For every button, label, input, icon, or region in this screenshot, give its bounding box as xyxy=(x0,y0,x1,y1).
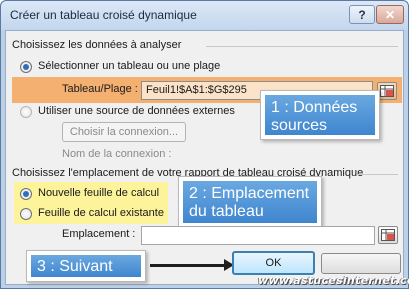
external-source-radio[interactable] xyxy=(20,106,32,118)
existing-sheet-radio[interactable] xyxy=(20,208,32,220)
ok-label: OK xyxy=(265,257,282,269)
callout-source-data: 1 : Données sources xyxy=(260,90,380,140)
callout-3-text: 3 : Suivant xyxy=(37,258,113,275)
close-button[interactable]: ✕ xyxy=(376,5,404,24)
range-label: Tableau/Plage : xyxy=(62,83,138,95)
ok-button[interactable]: OK xyxy=(232,251,315,275)
range-select-icon xyxy=(381,229,395,241)
new-sheet-label[interactable]: Nouvelle feuille de calcul xyxy=(38,187,159,199)
choose-connection-label: Choisir la connexion... xyxy=(69,126,179,138)
range-collapse-button[interactable] xyxy=(377,82,397,100)
location-input[interactable] xyxy=(141,226,375,245)
help-icon: ? xyxy=(358,7,366,22)
callout-2-line2: du tableau xyxy=(189,203,264,220)
select-range-label[interactable]: Sélectionner un tableau ou une plage xyxy=(38,60,220,72)
new-sheet-radio[interactable] xyxy=(20,188,32,200)
close-icon: ✕ xyxy=(384,7,396,22)
callout-next: 3 : Suivant xyxy=(26,250,146,282)
existing-sheet-label[interactable]: Feuille de calcul existante xyxy=(38,207,164,219)
callout-2-line1: 2 : Emplacement xyxy=(189,185,310,202)
select-range-radio[interactable] xyxy=(20,61,32,73)
callout-table-location: 2 : Emplacement du tableau xyxy=(178,176,322,228)
range-select-icon xyxy=(380,85,394,97)
dialog-title: Créer un tableau croisé dynamique xyxy=(10,8,197,22)
title-bar: Créer un tableau croisé dynamique ? ✕ xyxy=(1,1,408,30)
choose-connection-button[interactable]: Choisir la connexion... xyxy=(62,122,186,142)
connection-name-label: Nom de la connexion : xyxy=(62,148,172,160)
arrow-to-ok xyxy=(150,264,230,267)
external-source-label[interactable]: Utiliser une source de données externes xyxy=(38,105,235,117)
range-value: Feuil1!$A$1:$G$295 xyxy=(146,84,247,96)
dialog-body: Choisissez les données à analyser Sélect… xyxy=(5,30,404,285)
section-divider xyxy=(206,46,398,47)
watermark: www.astucesinternet.com xyxy=(258,274,409,287)
data-section-heading: Choisissez les données à analyser xyxy=(12,39,182,51)
create-pivot-table-dialog: Créer un tableau croisé dynamique ? ✕ Ch… xyxy=(0,0,409,289)
help-button[interactable]: ? xyxy=(349,5,375,24)
callout-1-line2: sources xyxy=(271,117,328,134)
location-collapse-button[interactable] xyxy=(378,226,398,244)
cancel-button[interactable] xyxy=(321,253,401,274)
section-divider-2 xyxy=(358,174,398,175)
location-label: Emplacement : xyxy=(62,228,136,240)
callout-1-line1: 1 : Données xyxy=(271,99,358,116)
